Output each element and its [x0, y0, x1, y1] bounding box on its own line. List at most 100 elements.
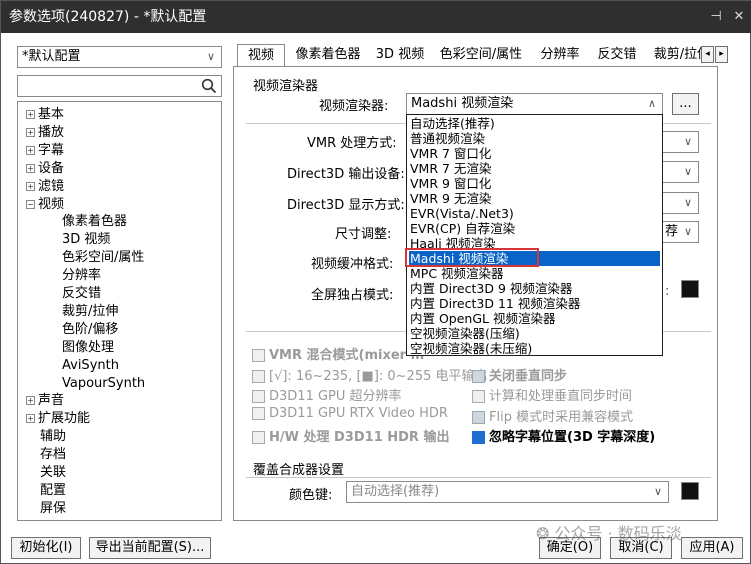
tab-item[interactable]: 像素着色器: [289, 44, 367, 66]
checkbox[interactable]: [472, 370, 485, 383]
tree-item-label: 存档: [40, 447, 67, 463]
flip-mode-option[interactable]: Flip 模式时采用兼容模式: [472, 406, 633, 425]
d3d-display-select[interactable]: ∨: [663, 192, 699, 214]
checkbox[interactable]: [472, 411, 485, 424]
collapse-icon[interactable]: −: [26, 199, 35, 209]
tree-item[interactable]: + 字幕: [26, 142, 64, 160]
checkbox[interactable]: [252, 390, 265, 403]
tab-item[interactable]: 分辨率: [533, 44, 587, 66]
d3d11-sr-option[interactable]: D3D11 GPU 超分辨率: [252, 385, 402, 404]
renderer-select[interactable]: Madshi 视频渲染 ∧: [406, 93, 663, 115]
tab-item[interactable]: 反交错: [591, 44, 643, 66]
color-key-select[interactable]: 自动选择(推荐) ∨: [346, 481, 669, 503]
export-config-button[interactable]: 导出当前配置(S)...: [89, 537, 211, 559]
tree-item[interactable]: + 扩展功能: [26, 410, 90, 428]
hw-hdr-option[interactable]: H/W 处理 D3D11 HDR 输出: [252, 426, 449, 445]
checkbox[interactable]: [472, 390, 485, 403]
tree-item[interactable]: 反交错: [62, 285, 101, 303]
tab-item[interactable]: 色彩空间/属性: [433, 44, 529, 66]
dropdown-option[interactable]: 内置 OpenGL 视频渲染器: [409, 311, 660, 326]
tree-item[interactable]: 分辨率: [62, 267, 101, 285]
tree-item[interactable]: 存档: [40, 446, 66, 464]
vmr-mode-label: VMR 处理方式:: [307, 136, 397, 151]
checkbox[interactable]: [252, 431, 265, 444]
dropdown-option[interactable]: 内置 Direct3D 9 视频渲染器: [409, 281, 660, 296]
vmr-mixer-option[interactable]: VMR 混合模式(mixer m: [252, 344, 424, 363]
tree-item[interactable]: + 播放: [26, 124, 64, 142]
tree-item[interactable]: 3D 视频: [62, 231, 110, 249]
dropdown-option[interactable]: 内置 Direct3D 11 视频渲染器: [409, 296, 660, 311]
ignore-sub-option[interactable]: 忽略字幕位置(3D 字幕深度): [472, 426, 655, 445]
tree-item[interactable]: 配置: [40, 482, 66, 500]
tree-item[interactable]: 图像处理: [62, 339, 114, 357]
tree-item[interactable]: − 视频: [26, 196, 64, 214]
wechat-icon: ❂: [536, 524, 550, 543]
dropdown-option[interactable]: EVR(Vista/.Net3): [409, 206, 660, 221]
tab-scroll-right[interactable]: ▸: [715, 46, 728, 63]
renderer-dropdown-list[interactable]: 自动选择(推荐) 普通视频渲染 VMR 7 窗口化 VMR 7 无渲染 VMR 9 窗口…: [406, 114, 663, 356]
color-key-swatch[interactable]: [681, 482, 699, 500]
tree-item[interactable]: AviSynth: [62, 357, 119, 375]
tree-item-label: 反交错: [62, 286, 102, 301]
dropdown-option[interactable]: VMR 7 无渲染: [409, 161, 660, 176]
tree-item[interactable]: + 滤镜: [26, 178, 64, 196]
d3d11-hdr-option[interactable]: D3D11 GPU RTX Video HDR: [252, 406, 448, 421]
close-icon[interactable]: ✕: [729, 1, 749, 33]
init-button[interactable]: 初始化(I): [11, 537, 81, 559]
expand-icon[interactable]: +: [26, 127, 35, 137]
expand-icon[interactable]: +: [26, 396, 35, 406]
apply-button[interactable]: 应用(A): [681, 537, 743, 559]
tab-item[interactable]: 3D 视频: [371, 44, 429, 66]
tree-item-label: 色阶/偏移: [62, 321, 119, 337]
dropdown-option[interactable]: VMR 7 窗口化: [409, 146, 660, 161]
compute-vsync-option[interactable]: 计算和处理垂直同步时间: [472, 385, 632, 404]
dropdown-option[interactable]: EVR(CP) 自荐渲染: [409, 221, 660, 236]
dropdown-option[interactable]: 空视频渲染器(压缩): [409, 326, 660, 341]
close-vsync-option[interactable]: 关闭垂直同步: [472, 365, 567, 384]
tab-scroll-left[interactable]: ◂: [701, 46, 714, 63]
chevron-up-icon: ∧: [647, 97, 657, 110]
expand-icon[interactable]: +: [26, 181, 35, 191]
checkbox[interactable]: [252, 407, 265, 420]
tree-item-label: 扩展功能: [38, 411, 91, 427]
tree-item[interactable]: 像素着色器: [62, 213, 127, 231]
dropdown-option[interactable]: MPC 视频渲染器: [409, 266, 660, 281]
dropdown-option[interactable]: VMR 9 窗口化: [409, 176, 660, 191]
expand-icon[interactable]: +: [26, 163, 35, 173]
tree-item[interactable]: + 设备: [26, 160, 64, 178]
tree-item-label: 像素着色器: [62, 214, 128, 230]
renderer-settings-button[interactable]: ...: [672, 93, 699, 115]
expand-icon[interactable]: +: [26, 110, 35, 119]
tree-item[interactable]: 裁剪/拉伸: [62, 303, 118, 321]
category-tree[interactable]: + 基本 + 播放 + 字幕 + 设备 + 滤镜 − 视频 像素着色器 3D 视频 色彩空间/属性 分辨率 反交…: [17, 101, 222, 521]
color-key-label: 颜色键:: [289, 488, 333, 503]
checkbox[interactable]: [252, 349, 265, 362]
dropdown-option[interactable]: 空视频渲染器(未压缩): [409, 341, 660, 356]
profile-select[interactable]: *默认配置 ∨: [17, 46, 222, 68]
search-input[interactable]: [17, 75, 222, 97]
tree-item[interactable]: 色阶/偏移: [62, 321, 118, 339]
levels-option[interactable]: [√]: 16~235, [■]: 0~255 电平输出: [252, 365, 488, 384]
tree-item[interactable]: VapourSynth: [62, 375, 145, 393]
dropdown-option[interactable]: 自动选择(推荐): [409, 116, 660, 131]
tree-item-label: 色彩空间/属性: [62, 250, 145, 266]
tree-item[interactable]: 色彩空间/属性: [62, 249, 144, 267]
d3d-device-select[interactable]: ∨: [663, 161, 699, 183]
resize-select[interactable]: 荐 ∨: [663, 221, 699, 243]
tree-item[interactable]: 辅助: [40, 428, 66, 446]
vmr-mode-select[interactable]: ∨: [663, 131, 699, 153]
dropdown-option[interactable]: 普通视频渲染: [409, 131, 660, 146]
tab-item[interactable]: 视频: [237, 44, 285, 66]
tree-item-label: 视频: [38, 196, 65, 212]
tree-item[interactable]: + 声音: [26, 392, 64, 410]
checkbox[interactable]: [472, 431, 485, 444]
checkbox[interactable]: [252, 370, 265, 383]
expand-icon[interactable]: +: [26, 145, 35, 155]
tree-item[interactable]: 屏保: [40, 500, 66, 518]
tree-item[interactable]: + 基本: [26, 106, 64, 124]
dropdown-option[interactable]: VMR 9 无渲染: [409, 191, 660, 206]
tree-item[interactable]: 关联: [40, 464, 66, 482]
pin-icon[interactable]: ⊣: [706, 1, 726, 33]
expand-icon[interactable]: +: [26, 414, 35, 424]
fullscreen-color-swatch[interactable]: [681, 280, 699, 298]
